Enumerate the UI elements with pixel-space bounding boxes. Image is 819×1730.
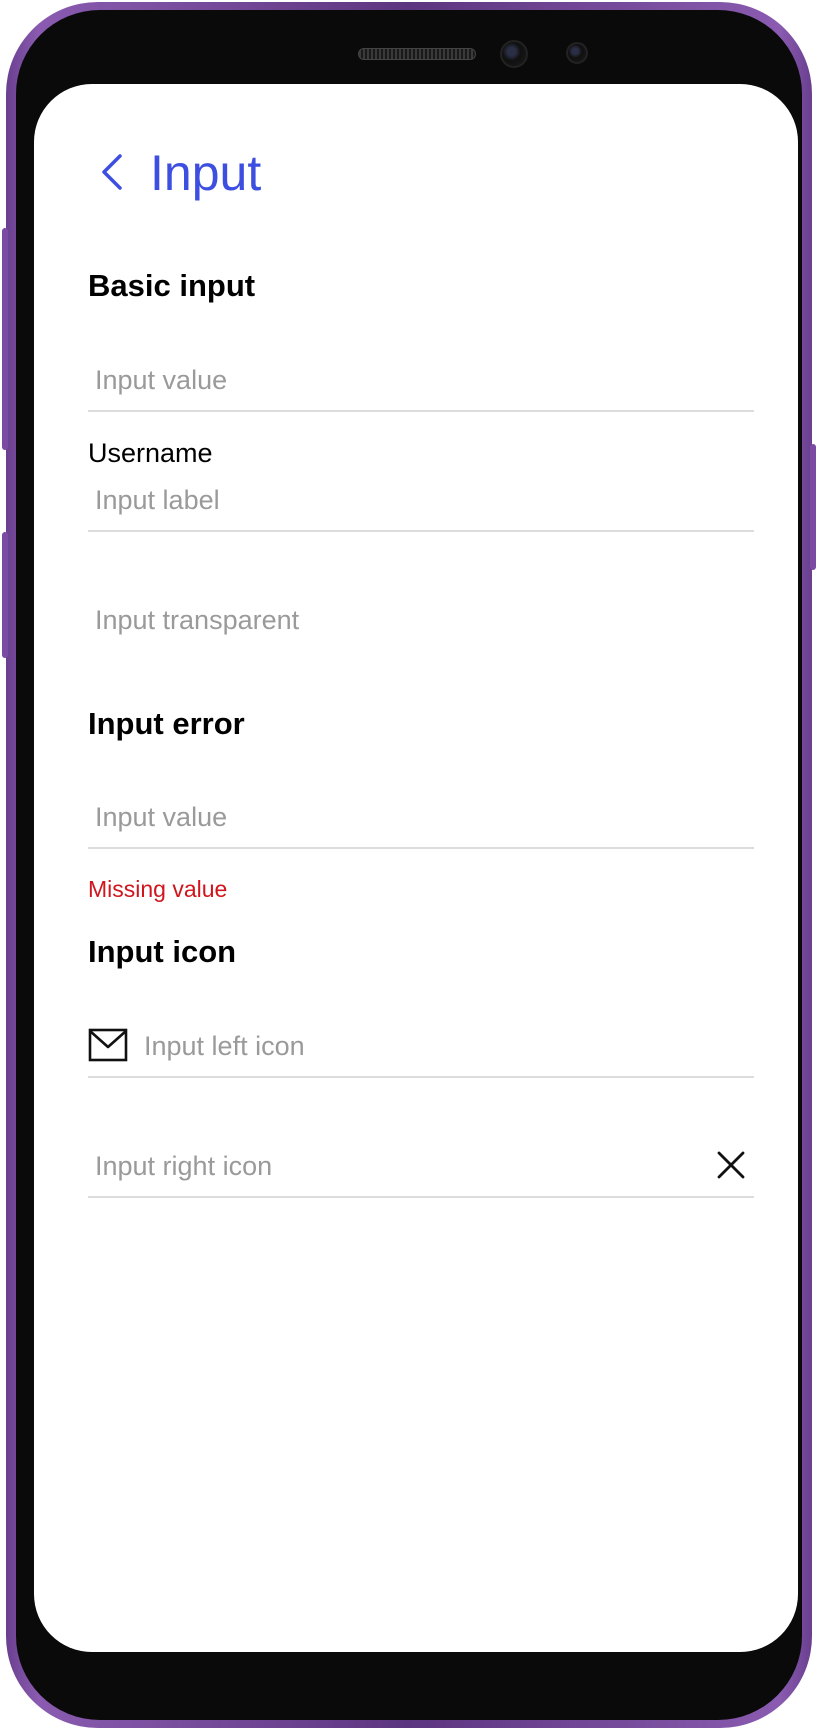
front-camera-icon	[500, 40, 528, 68]
power-button	[810, 444, 816, 570]
section-title-basic-input: Basic input	[88, 268, 256, 303]
left-icon-input-field[interactable]	[88, 1016, 754, 1078]
transparent-input-field[interactable]	[88, 590, 754, 652]
basic-input-field[interactable]	[88, 350, 754, 412]
close-icon[interactable]	[714, 1148, 748, 1182]
transparent-input[interactable]	[95, 590, 655, 650]
error-message: Missing value	[88, 876, 228, 902]
sensor-icon	[566, 42, 588, 64]
back-button[interactable]	[94, 152, 134, 192]
labeled-input[interactable]	[95, 470, 655, 530]
page-title: Input	[150, 145, 262, 201]
right-icon-input[interactable]	[95, 1136, 655, 1196]
basic-input[interactable]	[95, 350, 655, 410]
earpiece-speaker	[358, 48, 476, 60]
left-icon-input[interactable]	[144, 1016, 704, 1076]
section-title-input-error: Input error	[88, 706, 245, 741]
phone-frame: Input Basic input Username Input error M…	[2, 2, 816, 1728]
bixby-button	[2, 532, 8, 658]
chevron-left-icon	[102, 154, 122, 190]
right-icon-input-field[interactable]	[88, 1136, 754, 1198]
error-input[interactable]	[95, 787, 655, 847]
volume-button	[2, 228, 8, 450]
username-label: Username	[88, 438, 213, 468]
error-input-field[interactable]	[88, 787, 754, 849]
labeled-input-field[interactable]	[88, 470, 754, 532]
mail-icon	[88, 1028, 128, 1062]
section-title-input-icon: Input icon	[88, 934, 237, 969]
screen: Input Basic input Username Input error M…	[34, 84, 798, 1652]
